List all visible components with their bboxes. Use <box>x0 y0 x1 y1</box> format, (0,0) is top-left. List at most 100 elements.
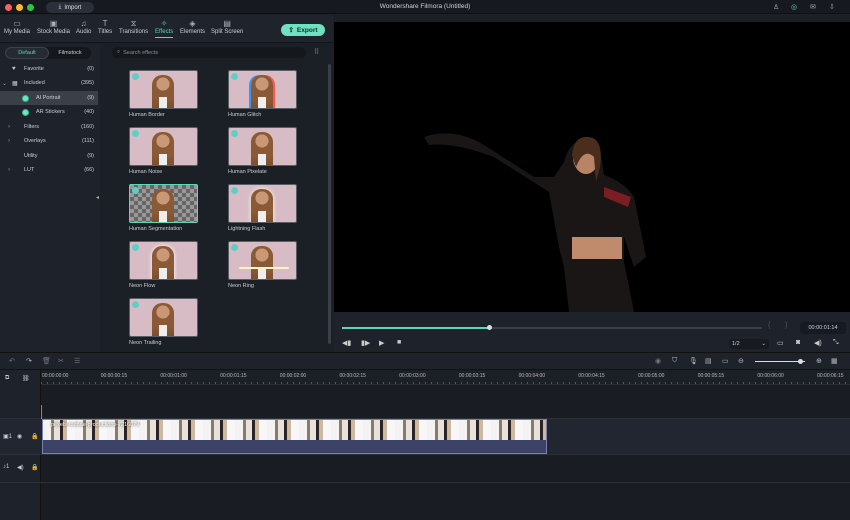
chevron-down-icon: ⌄ <box>761 341 766 347</box>
microphone-icon[interactable]: 🎙 <box>689 357 698 365</box>
window-title: Wondershare Filmora (Untitled) <box>379 3 471 10</box>
cut-icon[interactable]: ✂ <box>58 357 64 365</box>
zoom-slider-knob[interactable] <box>798 359 803 364</box>
tab-elements[interactable]: ◈ Elements <box>180 19 205 35</box>
eye-icon[interactable]: ◉ <box>17 433 22 440</box>
effect-card[interactable]: Human Border <box>129 70 229 118</box>
category-ai-portrait[interactable]: AI Portrait (9) <box>0 91 98 105</box>
progress-knob[interactable] <box>487 325 492 330</box>
layout-icon[interactable]: ▦ <box>831 357 838 365</box>
ai-badge-icon <box>132 244 139 251</box>
video-clip[interactable]: pexels-rodnae-productions-7216079 <box>42 419 547 454</box>
marker-icon[interactable]: ⛉ <box>672 357 677 365</box>
preview-subject <box>424 133 646 312</box>
effect-card[interactable]: Neon Flow <box>129 241 229 289</box>
title-bar: Wondershare Filmora (Untitled) ⤓ Import ♙… <box>0 0 850 14</box>
zoom-in-icon[interactable]: ⊕ <box>816 357 822 365</box>
undo-icon[interactable]: ↶ <box>9 357 15 365</box>
support-icon[interactable]: ◎ <box>791 3 797 11</box>
effect-card-selected[interactable]: Human Segmentation <box>129 184 229 232</box>
timeline-toolbar: ↶ ↷ 🗑 ✂ ☰ ◉ ⛉ 🎙 ▤ ▭ ⊖ ⊕ ▦ <box>0 352 850 370</box>
video-preview[interactable] <box>334 22 850 312</box>
fullscreen-icon[interactable]: ⤡ <box>833 339 839 347</box>
segment-default[interactable]: Default <box>5 47 49 59</box>
playhead[interactable] <box>41 405 42 419</box>
import-button[interactable]: ⤓ Import <box>46 2 94 13</box>
export-button[interactable]: ⇪ Export <box>281 24 325 36</box>
account-icon[interactable]: ♙ <box>773 3 779 11</box>
effects-icon: ✧ <box>160 19 168 28</box>
effect-thumbnail <box>129 241 198 280</box>
heart-icon: ♥ <box>12 66 16 72</box>
effect-card[interactable]: Neon Ring <box>228 241 328 289</box>
tab-transitions[interactable]: ⧖ Transitions <box>119 19 148 35</box>
collapse-panel-icon[interactable]: ◂ <box>96 194 99 201</box>
add-track-icon[interactable]: ⧉ <box>5 375 9 382</box>
play-frame-icon[interactable]: ▮▶ <box>361 339 370 347</box>
ar-stickers-icon <box>22 108 29 116</box>
category-favorite[interactable]: ♥ Favorite (0) <box>0 62 98 76</box>
effect-card[interactable]: Human Noise <box>129 127 229 175</box>
effect-card[interactable]: Neon Trailing <box>129 298 229 346</box>
chevron-right-icon: › <box>8 167 10 173</box>
tab-split-screen[interactable]: ▤ Split Screen <box>211 19 243 35</box>
lock-icon[interactable]: 🔒 <box>31 433 38 440</box>
ruler-tick-label: 00:00:03:15 <box>458 373 486 379</box>
tab-effects[interactable]: ✧ Effects <box>155 19 174 38</box>
audio-track: ♪1 ◀) 🔒 <box>0 455 850 483</box>
mail-icon[interactable]: ✉ <box>810 3 816 11</box>
ruler-tick-label: 00:00:04:00 <box>518 373 546 379</box>
audio-track-icon: ♪1 <box>3 464 10 470</box>
tab-stock-media[interactable]: ▣ Stock Media <box>37 19 70 35</box>
speaker-icon[interactable]: ◀) <box>17 464 24 471</box>
quality-select[interactable]: 1/2 ⌄ <box>729 339 769 349</box>
effects-browser: ⌕ Search effects ⠿ Human Border Human Gli… <box>100 44 333 352</box>
grid-view-icon[interactable]: ⠿ <box>314 48 319 56</box>
category-utility[interactable]: Utility (9) <box>0 149 98 163</box>
category-filters[interactable]: › Filters (160) <box>0 120 98 134</box>
segment-filmstock[interactable]: Filmstock <box>49 47 91 59</box>
category-overlays[interactable]: › Overlays (111) <box>0 134 98 148</box>
image-icon: ▣ <box>49 19 58 28</box>
effect-card[interactable]: Human Pixelate <box>228 127 328 175</box>
search-input[interactable]: ⌕ Search effects <box>112 47 306 58</box>
timeline-ruler[interactable]: 00:00:00:00 00:00:00:15 00:00:01:00 00:00:0… <box>41 370 850 385</box>
subtitle-icon[interactable]: ▭ <box>722 357 729 365</box>
mark-out-icon[interactable]: } <box>785 322 787 329</box>
download-icon[interactable]: ⇩ <box>829 3 835 11</box>
ai-badge-icon <box>231 130 238 137</box>
voiceover-icon[interactable]: ▤ <box>705 357 712 365</box>
effect-card[interactable]: Lightning Flash <box>228 184 328 232</box>
stop-icon[interactable]: ■ <box>397 339 401 346</box>
display-icon[interactable]: ▭ <box>777 339 784 347</box>
delete-icon[interactable]: 🗑 <box>42 357 51 365</box>
playback-progress[interactable] <box>342 325 762 330</box>
effect-card[interactable]: Human Glitch <box>228 70 328 118</box>
ai-badge-icon <box>231 187 238 194</box>
category-lut[interactable]: › LUT (66) <box>0 163 98 177</box>
elements-icon: ◈ <box>189 19 196 28</box>
lock-icon[interactable]: 🔒 <box>31 464 38 471</box>
snapshot-icon[interactable]: ◙ <box>796 339 800 346</box>
scrollbar[interactable] <box>328 64 331 344</box>
tab-my-media[interactable]: ▭ My Media <box>4 19 30 35</box>
category-included[interactable]: ⌄ ▦ Included (395) <box>0 76 98 90</box>
ai-badge-icon <box>132 301 139 308</box>
link-icon[interactable]: ⛓ <box>22 375 30 382</box>
tab-audio[interactable]: ♫ Audio <box>76 19 91 35</box>
export-icon: ⇪ <box>288 27 294 34</box>
redo-icon[interactable]: ↷ <box>26 357 32 365</box>
chevron-right-icon: › <box>8 124 10 130</box>
folder-icon: ▭ <box>13 19 21 28</box>
adjust-icon[interactable]: ☰ <box>74 357 80 365</box>
category-ar-stickers[interactable]: AR Stickers (40) <box>0 105 98 119</box>
volume-icon[interactable]: ◀) <box>814 339 822 347</box>
ruler-tick-label: 00:00:06:15 <box>817 373 844 379</box>
mark-in-icon[interactable]: { <box>768 322 770 329</box>
play-icon[interactable]: ▶ <box>379 339 384 347</box>
ruler-tick-label: 00:00:01:00 <box>160 373 187 379</box>
tab-titles[interactable]: T Titles <box>98 19 112 35</box>
render-icon[interactable]: ◉ <box>655 357 661 365</box>
step-back-icon[interactable]: ◀▮ <box>342 339 351 347</box>
zoom-out-icon[interactable]: ⊖ <box>738 357 744 365</box>
